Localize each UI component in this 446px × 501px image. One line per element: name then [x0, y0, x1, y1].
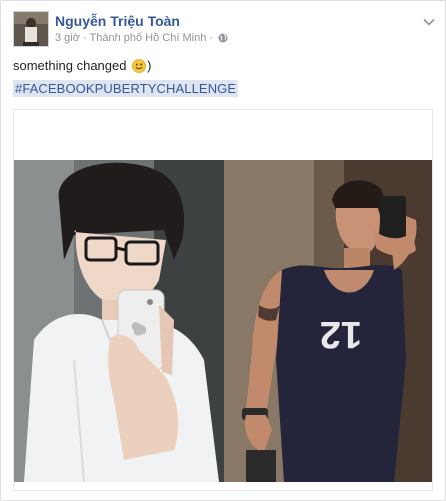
- smiley-emoji-icon: [132, 59, 146, 73]
- hashtag-link[interactable]: #FACEBOOKPUBERTYCHALLENGE: [13, 80, 239, 97]
- post-message-text: something changed: [13, 58, 131, 73]
- meta-separator-2: ·: [206, 32, 217, 44]
- post-meta: 3 giờ · Thành phố Hồ Chí Minh ·: [55, 32, 228, 44]
- globe-icon[interactable]: [218, 33, 228, 43]
- post-header: Nguyễn Triệu Toàn 3 giờ · Thành phố Hồ C…: [13, 11, 435, 51]
- post-card: Nguyễn Triệu Toàn 3 giờ · Thành phố Hồ C…: [0, 0, 446, 501]
- author-avatar[interactable]: [13, 11, 49, 47]
- post-message: something changed ): [13, 58, 151, 73]
- post-message-text-end: ): [147, 58, 152, 73]
- author-name-link[interactable]: Nguyễn Triệu Toàn: [55, 13, 180, 29]
- post-time[interactable]: 3 giờ: [55, 32, 80, 44]
- photo-attachment[interactable]: 12: [13, 109, 433, 491]
- chevron-down-icon[interactable]: [423, 13, 435, 26]
- post-photo[interactable]: 12: [14, 160, 432, 482]
- meta-separator: ·: [79, 32, 90, 44]
- jersey-number-text: 12: [320, 313, 362, 355]
- post-location[interactable]: Thành phố Hồ Chí Minh: [90, 32, 207, 44]
